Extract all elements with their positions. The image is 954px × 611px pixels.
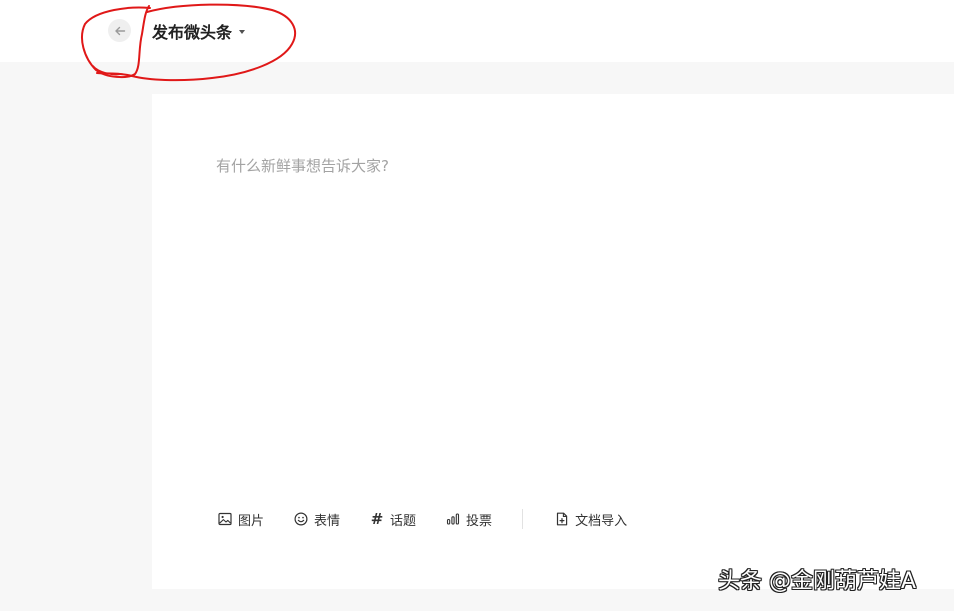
poll-label: 投票 bbox=[466, 513, 493, 529]
toolbar-divider bbox=[522, 509, 524, 529]
composer-card: 图片 表情 # 话题 bbox=[152, 94, 954, 589]
top-header: 发布微头条 bbox=[0, 0, 954, 62]
insert-image-label: 图片 bbox=[238, 513, 265, 529]
document-import-label: 文档导入 bbox=[575, 513, 628, 529]
smiley-icon bbox=[294, 512, 308, 526]
arrow-left-icon bbox=[114, 26, 125, 35]
poll-button[interactable]: 投票 bbox=[446, 510, 492, 529]
watermark: 头条 @金刚葫芦娃A bbox=[718, 569, 917, 594]
document-import-icon bbox=[555, 512, 569, 526]
post-content-input[interactable] bbox=[216, 154, 896, 474]
insert-image-button[interactable]: 图片 bbox=[218, 510, 264, 529]
emoji-button[interactable]: 表情 bbox=[294, 510, 340, 529]
emoji-label: 表情 bbox=[314, 513, 341, 529]
bar-chart-icon bbox=[446, 512, 460, 526]
publish-type-dropdown[interactable]: 发布微头条 bbox=[152, 19, 246, 43]
back-button[interactable] bbox=[108, 19, 131, 42]
document-import-button[interactable]: 文档导入 bbox=[555, 510, 627, 529]
page-title: 发布微头条 bbox=[152, 23, 233, 42]
topic-button[interactable]: # 话题 bbox=[370, 510, 416, 529]
image-icon bbox=[218, 512, 232, 526]
composer-toolbar: 图片 表情 # 话题 投票 文档导入 bbox=[218, 508, 657, 530]
topic-label: 话题 bbox=[390, 513, 417, 529]
caret-down-icon bbox=[239, 30, 246, 34]
hash-icon: # bbox=[370, 510, 384, 528]
